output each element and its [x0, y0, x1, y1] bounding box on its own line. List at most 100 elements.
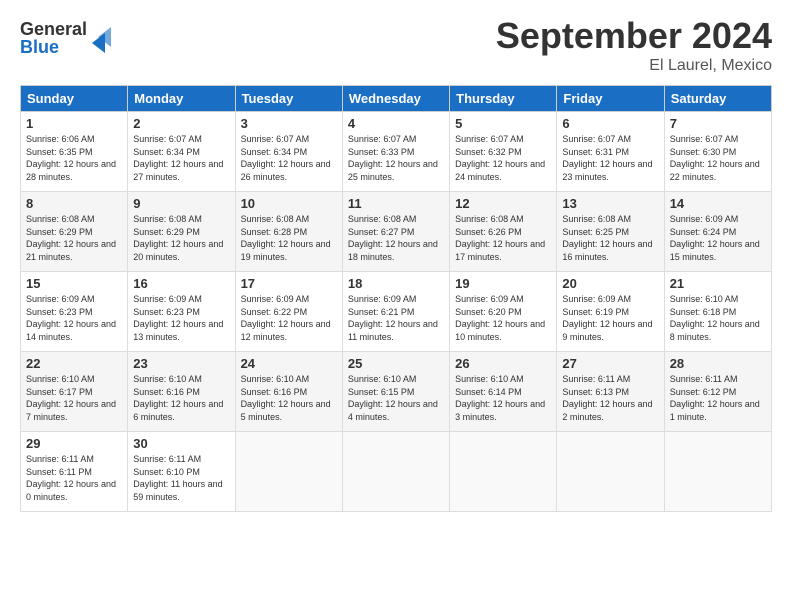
sunrise-label: Sunrise: 6:08 AM	[562, 214, 631, 224]
day-number: 14	[670, 196, 766, 211]
sunrise-label: Sunrise: 6:08 AM	[241, 214, 310, 224]
sunrise-label: Sunrise: 6:09 AM	[26, 294, 95, 304]
sunrise-label: Sunrise: 6:07 AM	[670, 134, 739, 144]
daylight-label: Daylight: 12 hours and 1 minute.	[670, 399, 760, 422]
sunrise-label: Sunrise: 6:11 AM	[562, 374, 630, 384]
svg-text:Blue: Blue	[20, 37, 59, 57]
day-number: 16	[133, 276, 229, 291]
day-info: Sunrise: 6:09 AM Sunset: 6:23 PM Dayligh…	[133, 293, 229, 343]
table-row: 3 Sunrise: 6:07 AM Sunset: 6:34 PM Dayli…	[235, 112, 342, 192]
table-row: 27 Sunrise: 6:11 AM Sunset: 6:13 PM Dayl…	[557, 352, 664, 432]
month-title: September 2024	[496, 15, 772, 57]
day-number: 17	[241, 276, 337, 291]
calendar-week-row: 1 Sunrise: 6:06 AM Sunset: 6:35 PM Dayli…	[21, 112, 772, 192]
day-number: 20	[562, 276, 658, 291]
daylight-label: Daylight: 12 hours and 19 minutes.	[241, 239, 331, 262]
sunrise-label: Sunrise: 6:10 AM	[133, 374, 202, 384]
daylight-label: Daylight: 12 hours and 26 minutes.	[241, 159, 331, 182]
sunrise-label: Sunrise: 6:07 AM	[562, 134, 631, 144]
sunset-label: Sunset: 6:29 PM	[26, 227, 93, 237]
table-row: 1 Sunrise: 6:06 AM Sunset: 6:35 PM Dayli…	[21, 112, 128, 192]
daylight-label: Daylight: 12 hours and 6 minutes.	[133, 399, 223, 422]
sunset-label: Sunset: 6:21 PM	[348, 307, 415, 317]
table-row: 25 Sunrise: 6:10 AM Sunset: 6:15 PM Dayl…	[342, 352, 449, 432]
sunset-label: Sunset: 6:16 PM	[241, 387, 308, 397]
table-row: 5 Sunrise: 6:07 AM Sunset: 6:32 PM Dayli…	[450, 112, 557, 192]
day-number: 28	[670, 356, 766, 371]
calendar-week-row: 15 Sunrise: 6:09 AM Sunset: 6:23 PM Dayl…	[21, 272, 772, 352]
daylight-label: Daylight: 12 hours and 10 minutes.	[455, 319, 545, 342]
table-row	[342, 432, 449, 512]
col-tuesday: Tuesday	[235, 86, 342, 112]
daylight-label: Daylight: 12 hours and 18 minutes.	[348, 239, 438, 262]
day-info: Sunrise: 6:08 AM Sunset: 6:25 PM Dayligh…	[562, 213, 658, 263]
day-info: Sunrise: 6:11 AM Sunset: 6:10 PM Dayligh…	[133, 453, 229, 503]
calendar-week-row: 29 Sunrise: 6:11 AM Sunset: 6:11 PM Dayl…	[21, 432, 772, 512]
daylight-label: Daylight: 12 hours and 16 minutes.	[562, 239, 652, 262]
table-row: 10 Sunrise: 6:08 AM Sunset: 6:28 PM Dayl…	[235, 192, 342, 272]
daylight-label: Daylight: 12 hours and 12 minutes.	[241, 319, 331, 342]
table-row	[235, 432, 342, 512]
calendar-table: Sunday Monday Tuesday Wednesday Thursday…	[20, 85, 772, 512]
sunrise-label: Sunrise: 6:09 AM	[562, 294, 631, 304]
calendar-header-row: Sunday Monday Tuesday Wednesday Thursday…	[21, 86, 772, 112]
day-number: 13	[562, 196, 658, 211]
day-number: 11	[348, 196, 444, 211]
daylight-label: Daylight: 11 hours and 59 minutes.	[133, 479, 222, 502]
sunrise-label: Sunrise: 6:09 AM	[455, 294, 524, 304]
sunrise-label: Sunrise: 6:08 AM	[455, 214, 524, 224]
day-info: Sunrise: 6:11 AM Sunset: 6:12 PM Dayligh…	[670, 373, 766, 423]
sunrise-label: Sunrise: 6:11 AM	[26, 454, 94, 464]
day-info: Sunrise: 6:08 AM Sunset: 6:27 PM Dayligh…	[348, 213, 444, 263]
sunset-label: Sunset: 6:16 PM	[133, 387, 200, 397]
table-row: 23 Sunrise: 6:10 AM Sunset: 6:16 PM Dayl…	[128, 352, 235, 432]
col-friday: Friday	[557, 86, 664, 112]
day-number: 25	[348, 356, 444, 371]
table-row: 17 Sunrise: 6:09 AM Sunset: 6:22 PM Dayl…	[235, 272, 342, 352]
table-row: 13 Sunrise: 6:08 AM Sunset: 6:25 PM Dayl…	[557, 192, 664, 272]
daylight-label: Daylight: 12 hours and 21 minutes.	[26, 239, 116, 262]
col-monday: Monday	[128, 86, 235, 112]
day-info: Sunrise: 6:10 AM Sunset: 6:15 PM Dayligh…	[348, 373, 444, 423]
daylight-label: Daylight: 12 hours and 22 minutes.	[670, 159, 760, 182]
header: General Blue September 2024 El Laurel, M…	[20, 15, 772, 75]
daylight-label: Daylight: 12 hours and 9 minutes.	[562, 319, 652, 342]
day-number: 9	[133, 196, 229, 211]
day-number: 18	[348, 276, 444, 291]
daylight-label: Daylight: 12 hours and 15 minutes.	[670, 239, 760, 262]
table-row: 24 Sunrise: 6:10 AM Sunset: 6:16 PM Dayl…	[235, 352, 342, 432]
day-number: 6	[562, 116, 658, 131]
day-info: Sunrise: 6:08 AM Sunset: 6:28 PM Dayligh…	[241, 213, 337, 263]
table-row: 14 Sunrise: 6:09 AM Sunset: 6:24 PM Dayl…	[664, 192, 771, 272]
sunrise-label: Sunrise: 6:08 AM	[133, 214, 202, 224]
day-number: 4	[348, 116, 444, 131]
day-number: 1	[26, 116, 122, 131]
daylight-label: Daylight: 12 hours and 25 minutes.	[348, 159, 438, 182]
sunrise-label: Sunrise: 6:11 AM	[670, 374, 738, 384]
day-info: Sunrise: 6:07 AM Sunset: 6:34 PM Dayligh…	[133, 133, 229, 183]
table-row: 4 Sunrise: 6:07 AM Sunset: 6:33 PM Dayli…	[342, 112, 449, 192]
table-row	[557, 432, 664, 512]
sunset-label: Sunset: 6:10 PM	[133, 467, 200, 477]
day-info: Sunrise: 6:09 AM Sunset: 6:24 PM Dayligh…	[670, 213, 766, 263]
day-number: 24	[241, 356, 337, 371]
daylight-label: Daylight: 12 hours and 7 minutes.	[26, 399, 116, 422]
table-row: 22 Sunrise: 6:10 AM Sunset: 6:17 PM Dayl…	[21, 352, 128, 432]
day-info: Sunrise: 6:09 AM Sunset: 6:22 PM Dayligh…	[241, 293, 337, 343]
sunset-label: Sunset: 6:34 PM	[133, 147, 200, 157]
table-row: 7 Sunrise: 6:07 AM Sunset: 6:30 PM Dayli…	[664, 112, 771, 192]
col-sunday: Sunday	[21, 86, 128, 112]
day-info: Sunrise: 6:07 AM Sunset: 6:33 PM Dayligh…	[348, 133, 444, 183]
day-number: 15	[26, 276, 122, 291]
sunrise-label: Sunrise: 6:09 AM	[133, 294, 202, 304]
day-info: Sunrise: 6:10 AM Sunset: 6:18 PM Dayligh…	[670, 293, 766, 343]
col-thursday: Thursday	[450, 86, 557, 112]
day-info: Sunrise: 6:07 AM Sunset: 6:30 PM Dayligh…	[670, 133, 766, 183]
sunset-label: Sunset: 6:34 PM	[241, 147, 308, 157]
daylight-label: Daylight: 12 hours and 4 minutes.	[348, 399, 438, 422]
col-saturday: Saturday	[664, 86, 771, 112]
daylight-label: Daylight: 12 hours and 24 minutes.	[455, 159, 545, 182]
day-number: 22	[26, 356, 122, 371]
table-row	[664, 432, 771, 512]
day-info: Sunrise: 6:07 AM Sunset: 6:31 PM Dayligh…	[562, 133, 658, 183]
